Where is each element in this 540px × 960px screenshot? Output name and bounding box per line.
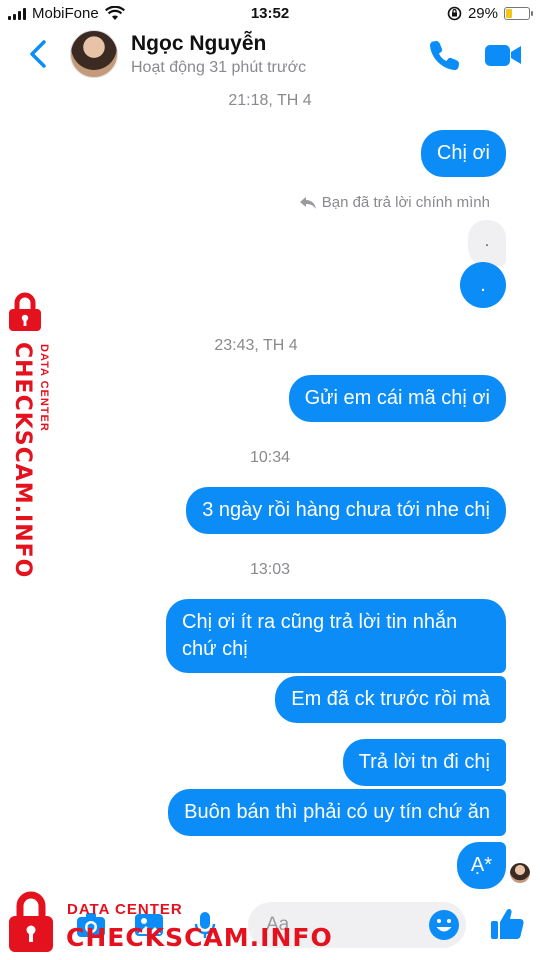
reply-note-text: Bạn đã trả lời chính mình: [321, 194, 490, 211]
watermark-text-big: CHECKSCAM.INFO: [66, 923, 333, 952]
seen-avatar: [510, 863, 530, 883]
message-bubble[interactable]: Buôn bán thì phải có uy tín chứ ăn: [168, 789, 506, 836]
watermark-text-small: DATA CENTER: [67, 901, 183, 918]
timestamp: 21:18, TH 4: [228, 92, 312, 109]
watermark-bottom: DATA CENTER CHECKSCAM.INFO: [0, 886, 333, 960]
phone-icon[interactable]: [428, 38, 462, 72]
message-bubble[interactable]: .: [460, 262, 506, 308]
contact-status: Hoạt động 31 phút trước: [131, 59, 307, 76]
message-bubble[interactable]: Em đã ck trước rồi mà: [275, 676, 506, 723]
watermark-side: CHECKSCAM.INFO DATA CENTER: [4, 292, 60, 578]
timestamp: 23:43, TH 4: [214, 337, 298, 354]
orientation-lock-icon: [447, 6, 462, 21]
message-bubble[interactable]: Gửi em cái mã chị ơi: [288, 375, 506, 422]
contact-name[interactable]: Ngọc Nguyễn: [131, 32, 266, 56]
message-bubble[interactable]: Chị ơi: [420, 130, 506, 177]
emoji-icon[interactable]: [428, 909, 460, 941]
battery-level: [506, 9, 513, 18]
thumbs-up-icon[interactable]: [489, 906, 525, 942]
status-right: 29%: [447, 5, 533, 22]
quoted-message[interactable]: .: [468, 220, 506, 266]
message-bubble[interactable]: 3 ngày rồi hàng chưa tới nhe chị: [186, 487, 506, 534]
watermark-text-big: CHECKSCAM.INFO: [10, 342, 35, 579]
contact-avatar[interactable]: [70, 30, 118, 78]
reply-note: Bạn đã trả lời chính mình: [299, 194, 490, 211]
reply-arrow-icon: [299, 196, 316, 209]
timestamp: 10:34: [249, 449, 291, 466]
watermark-text-small: DATA CENTER: [38, 344, 50, 432]
battery-percent: 29%: [467, 5, 498, 22]
message-bubble[interactable]: Ạ*: [456, 842, 506, 889]
back-chevron-icon[interactable]: [24, 34, 54, 74]
chat-header: Ngọc Nguyễn Hoạt động 31 phút trước: [0, 26, 540, 84]
message-bubble[interactable]: Chị ơi ít ra cũng trả lời tin nhắn chứ c…: [166, 599, 506, 673]
video-camera-icon[interactable]: [484, 40, 522, 70]
lock-icon: [9, 292, 41, 331]
battery-icon: [504, 7, 533, 20]
status-bar: MobiFone 13:52 29%: [0, 0, 540, 28]
message-bubble[interactable]: Trả lời tn đi chị: [342, 739, 506, 786]
lock-icon: [9, 891, 53, 952]
timestamp: 13:03: [249, 561, 291, 578]
